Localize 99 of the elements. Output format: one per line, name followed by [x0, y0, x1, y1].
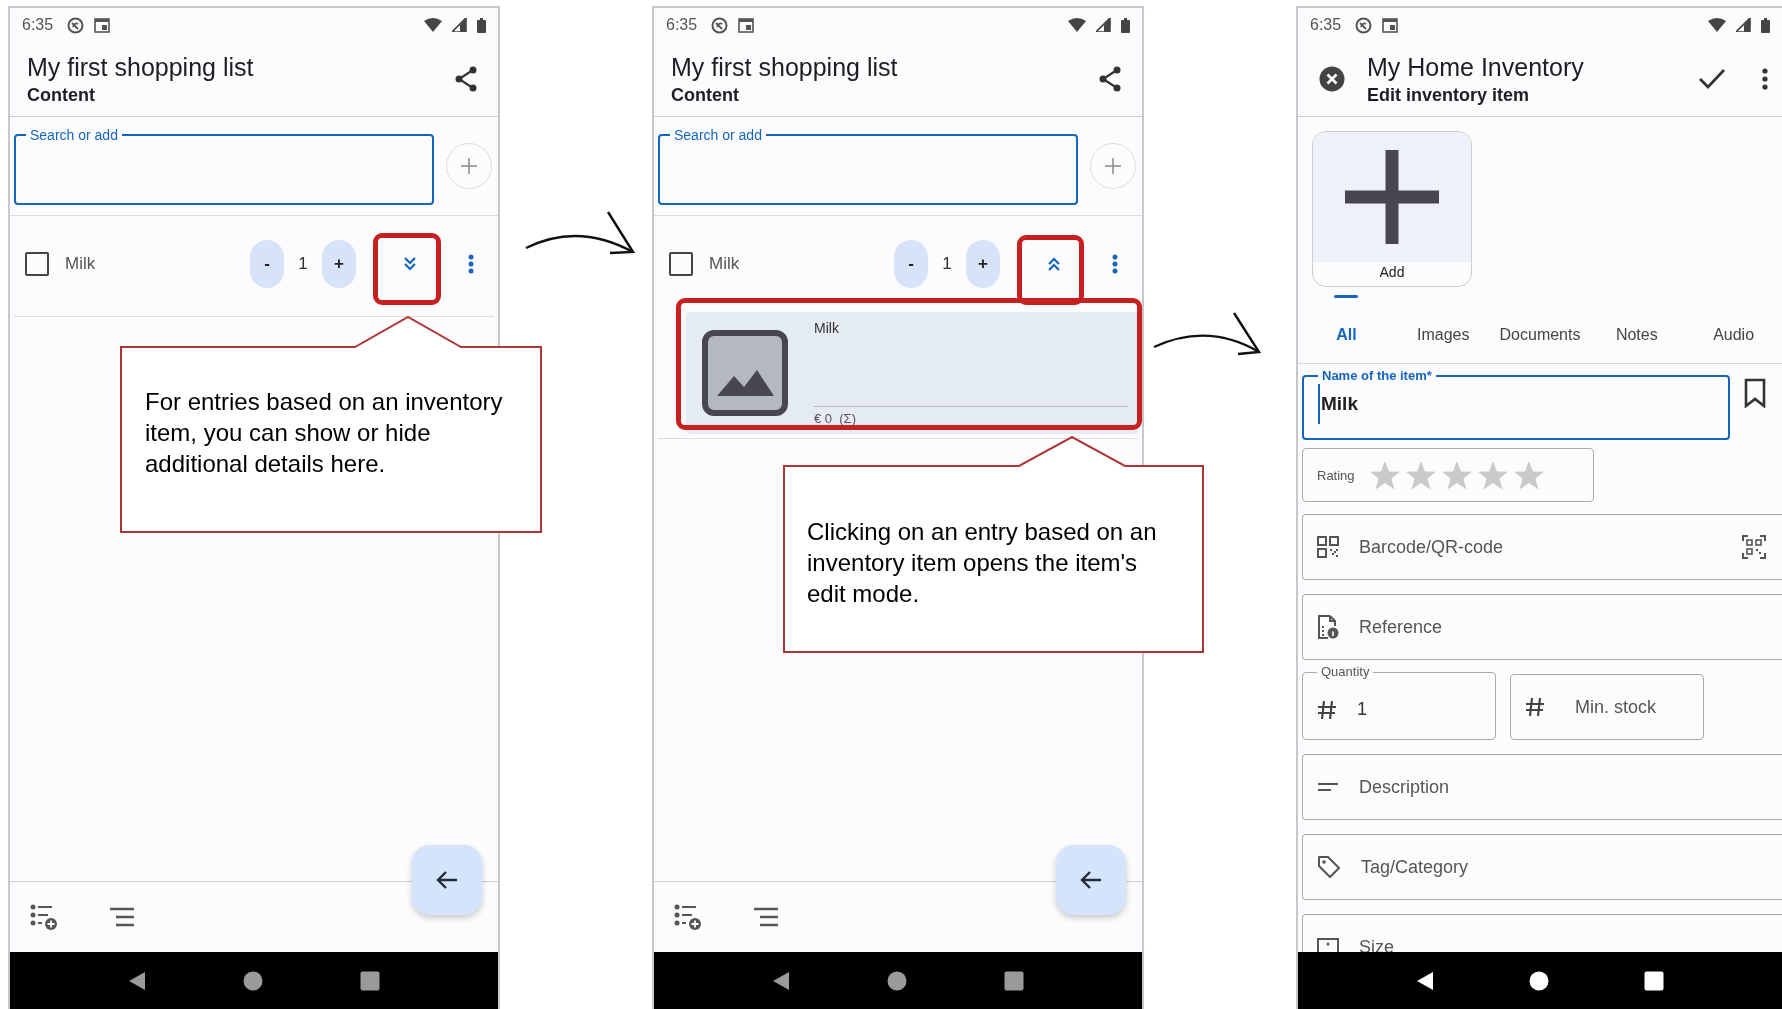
star-icon[interactable]: [1368, 459, 1401, 491]
screen-title: My first shopping list: [27, 52, 255, 83]
star-icon[interactable]: [1476, 459, 1509, 491]
item-name[interactable]: Milk: [709, 254, 894, 274]
min-stock-field[interactable]: Min. stock: [1510, 674, 1704, 740]
back-arrow-icon: [1080, 870, 1102, 890]
sync-icon: [711, 16, 729, 34]
hash-icon: [1317, 699, 1337, 720]
search-field[interactable]: Search or add: [14, 127, 434, 205]
description-field[interactable]: Description: [1302, 754, 1782, 820]
status-time: 6:35: [666, 16, 698, 34]
decrease-button[interactable]: -: [250, 240, 284, 288]
sort-icon[interactable]: [108, 907, 136, 927]
qr-code-icon: [1317, 536, 1339, 558]
home-nav-icon[interactable]: [887, 970, 907, 991]
battery-icon: [477, 17, 486, 33]
calendar-icon: [738, 17, 755, 33]
tab[interactable]: Images: [1394, 293, 1492, 363]
scan-icon[interactable]: [1742, 535, 1766, 559]
quantity-value: 1: [941, 254, 953, 274]
sort-icon[interactable]: [752, 907, 780, 927]
tab[interactable]: Audio: [1685, 293, 1782, 363]
item-name-field[interactable]: Name of the item* Milk: [1302, 368, 1730, 440]
checkbox[interactable]: [25, 252, 49, 276]
home-nav-icon[interactable]: [1529, 970, 1549, 991]
check-icon[interactable]: [1698, 68, 1726, 90]
callout-text: For entries based on an inventory item, you can show or hide additional details here.: [145, 387, 504, 479]
back-nav-icon[interactable]: [128, 970, 147, 991]
recents-nav-icon[interactable]: [1644, 970, 1665, 991]
tag-field[interactable]: Tag/Category: [1302, 834, 1782, 900]
close-icon[interactable]: [1319, 66, 1345, 92]
tag-icon: [1317, 855, 1341, 879]
back-nav-icon[interactable]: [772, 970, 791, 991]
battery-icon: [1121, 17, 1130, 33]
more-icon[interactable]: [1112, 254, 1118, 274]
image-placeholder-icon: [702, 330, 788, 416]
wifi-icon: [424, 18, 442, 32]
screen-title: My Home Inventory: [1367, 52, 1585, 83]
plus-icon: [461, 158, 477, 174]
add-list-icon[interactable]: [30, 904, 58, 930]
sync-icon: [67, 16, 85, 34]
increase-button[interactable]: +: [322, 240, 356, 288]
tab[interactable]: All: [1298, 293, 1395, 363]
increase-button[interactable]: +: [966, 240, 1000, 288]
double-chevron-icon: [1047, 256, 1061, 272]
add-list-icon[interactable]: [674, 904, 702, 930]
calendar-icon: [1382, 17, 1399, 33]
barcode-field[interactable]: Barcode/QR-code: [1302, 514, 1782, 580]
quantity-field[interactable]: Quantity 1: [1302, 664, 1496, 740]
quantity-value: 1: [297, 254, 309, 274]
signal-icon: [1096, 18, 1111, 32]
share-icon[interactable]: [1098, 66, 1122, 92]
signal-icon: [1736, 18, 1751, 32]
wifi-icon: [1708, 18, 1726, 32]
plus-icon: [1345, 150, 1439, 244]
highlight-frame: [373, 233, 441, 305]
size-icon: [1317, 938, 1339, 952]
detail-name: Milk: [814, 320, 840, 336]
text-lines-icon: [1317, 782, 1339, 792]
recents-nav-icon[interactable]: [1003, 970, 1024, 991]
status-time: 6:35: [1310, 16, 1342, 34]
rating-field[interactable]: Rating: [1302, 448, 1594, 502]
back-arrow-icon: [436, 870, 458, 890]
more-icon[interactable]: [468, 254, 474, 274]
star-icon[interactable]: [1512, 459, 1545, 491]
tab[interactable]: Notes: [1588, 293, 1686, 363]
detail-price: € 0 (Σ): [814, 411, 857, 426]
share-icon[interactable]: [454, 66, 478, 92]
status-time: 6:35: [22, 16, 54, 34]
star-icon[interactable]: [1404, 459, 1437, 491]
item-detail-card[interactable]: Milk € 0 (Σ): [686, 312, 1138, 434]
checkbox[interactable]: [669, 252, 693, 276]
search-field[interactable]: Search or add: [658, 127, 1078, 205]
hash-icon: [1525, 697, 1545, 717]
screen-subtitle: Content: [27, 84, 96, 107]
back-nav-icon[interactable]: [1415, 970, 1434, 991]
decrease-button[interactable]: -: [894, 240, 928, 288]
item-name[interactable]: Milk: [65, 254, 250, 274]
double-chevron-icon: [403, 256, 417, 272]
plus-icon: [1105, 158, 1121, 174]
sync-icon: [1355, 16, 1373, 34]
callout-text: Clicking on an entry based on an inventory item opens the item's edit mode.: [807, 517, 1158, 609]
reference-field[interactable]: Reference: [1302, 594, 1782, 660]
recents-nav-icon[interactable]: [359, 970, 380, 991]
star-rating[interactable]: [1368, 459, 1545, 491]
add-image-tile[interactable]: Add: [1312, 131, 1472, 287]
more-icon[interactable]: [1762, 68, 1768, 90]
screen-subtitle: Content: [671, 84, 740, 107]
battery-icon: [1761, 17, 1770, 33]
signal-icon: [452, 18, 467, 32]
tab[interactable]: Documents: [1491, 293, 1589, 363]
document-info-icon: [1317, 615, 1339, 639]
screen-subtitle: Edit inventory item: [1367, 84, 1531, 107]
wifi-icon: [1068, 18, 1086, 32]
home-nav-icon[interactable]: [243, 970, 263, 991]
star-icon[interactable]: [1440, 459, 1473, 491]
calendar-icon: [94, 17, 111, 33]
screen-title: My first shopping list: [671, 52, 899, 83]
bookmark-icon[interactable]: [1744, 378, 1766, 408]
